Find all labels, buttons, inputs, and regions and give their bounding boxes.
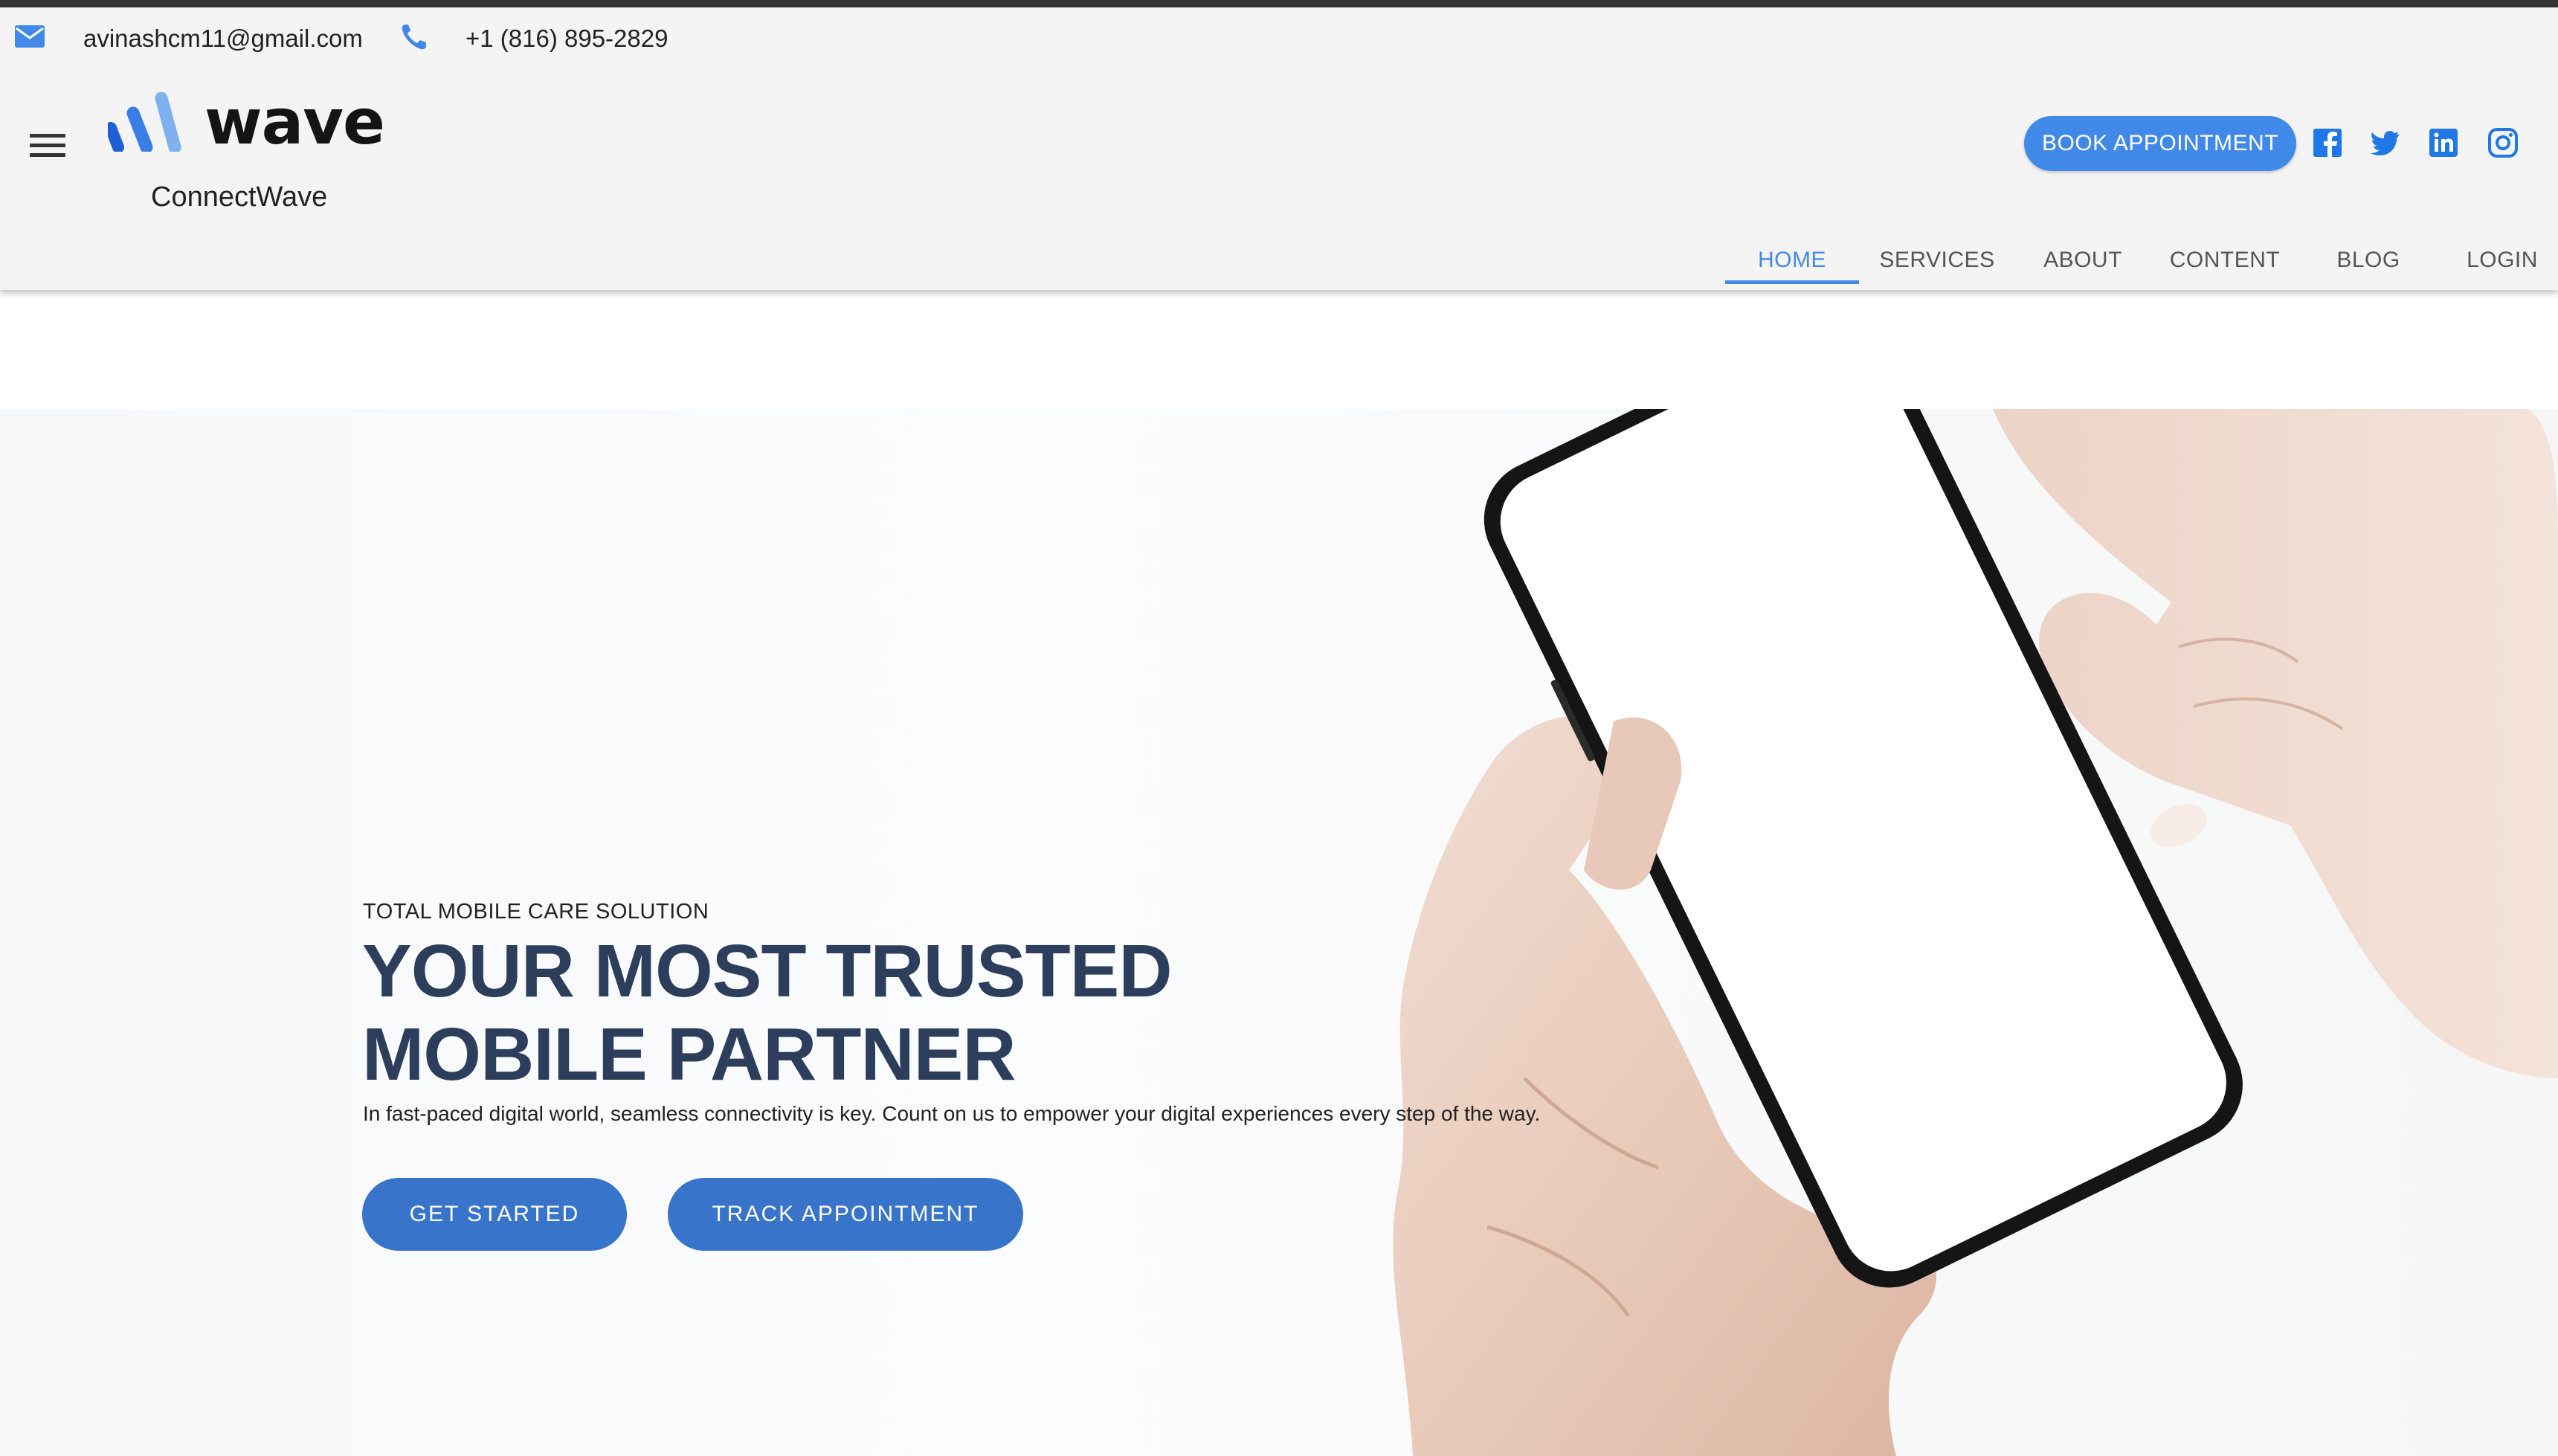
hero-headline-line1: YOUR MOST TRUSTED <box>362 930 1173 1013</box>
contact-email[interactable]: avinashcm11@gmail.com <box>83 22 363 55</box>
nav-item-login[interactable]: LOGIN <box>2454 223 2551 290</box>
nav-active-indicator <box>1725 280 1859 284</box>
hamburger-menu-icon[interactable] <box>30 134 65 164</box>
hero-headline: YOUR MOST TRUSTED MOBILE PARTNER <box>362 930 1478 1096</box>
mail-icon <box>15 25 45 48</box>
hero-section: TOTAL MOBILE CARE SOLUTION YOUR MOST TRU… <box>0 409 2558 1456</box>
instagram-icon[interactable] <box>2487 126 2519 159</box>
nav-item-blog[interactable]: BLOG <box>2327 223 2409 290</box>
wave-logo-icon <box>108 92 181 152</box>
hero-subtext: In fast-paced digital world, seamless co… <box>363 1102 1541 1125</box>
site-header: avinashcm11@gmail.com +1 (816) 895-2829 … <box>0 7 2558 290</box>
hero-kicker: TOTAL MOBILE CARE SOLUTION <box>363 900 709 924</box>
get-started-button[interactable]: GET STARTED <box>362 1178 627 1251</box>
contact-phone[interactable]: +1 (816) 895-2829 <box>465 22 668 55</box>
hand-holding-phone-image <box>1393 409 2558 1456</box>
track-appointment-button[interactable]: TRACK APPOINTMENT <box>668 1178 1023 1251</box>
hero-headline-line2: MOBILE PARTNER <box>362 1013 1017 1096</box>
book-appointment-button[interactable]: BOOK APPOINTMENT <box>2024 116 2296 171</box>
logo-wordmark: wave <box>204 86 385 158</box>
nav-item-services[interactable]: SERVICES <box>1874 223 2000 290</box>
brand-name: ConnectWave <box>151 181 328 213</box>
nav-item-about[interactable]: ABOUT <box>2035 223 2131 290</box>
twitter-icon[interactable] <box>2369 126 2402 159</box>
nav-item-content[interactable]: CONTENT <box>2165 223 2284 290</box>
facebook-icon[interactable] <box>2311 126 2344 159</box>
phone-icon <box>402 25 426 50</box>
brand-logo[interactable]: wave <box>108 82 385 164</box>
linkedin-icon[interactable] <box>2427 126 2460 159</box>
top-border <box>0 0 2558 7</box>
contact-bar: avinashcm11@gmail.com +1 (816) 895-2829 <box>0 7 892 67</box>
